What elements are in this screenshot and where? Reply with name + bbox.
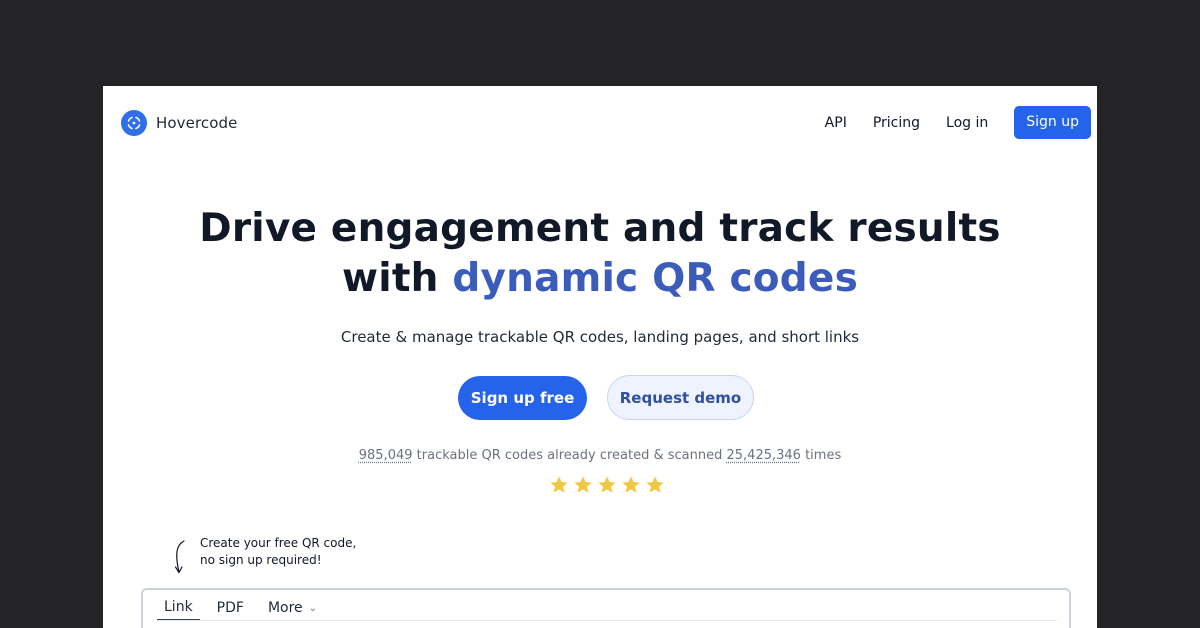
hero-headline-line1: Drive engagement and track results — [199, 206, 1001, 251]
hero-headline-accent: dynamic QR codes — [452, 256, 858, 301]
codes-text: trackable QR codes already created & sca… — [416, 448, 723, 463]
nav-link-pricing[interactable]: Pricing — [873, 115, 920, 131]
chevron-down-icon: ⌄ — [308, 602, 318, 614]
codes-count: 985,049 — [358, 448, 413, 463]
star-icon — [622, 476, 640, 493]
browser-viewport: Hovercode API Pricing Log in Sign up Dri… — [103, 86, 1097, 628]
star-icon — [646, 476, 664, 493]
hero-headline-prefix: with — [342, 256, 439, 301]
tab-pdf[interactable]: PDF — [217, 600, 244, 620]
scans-text: times — [805, 448, 842, 463]
scans-count: 25,425,346 — [726, 448, 801, 463]
request-demo-button[interactable]: Request demo — [607, 375, 754, 420]
usage-stats: 985,049 trackable QR codes already creat… — [103, 448, 1097, 463]
qr-generator-card: Link PDF More ⌄ — [141, 588, 1071, 628]
signup-button[interactable]: Sign up — [1014, 106, 1091, 139]
free-qr-hint: Create your free QR code, no sign up req… — [200, 536, 357, 567]
tab-link[interactable]: Link — [157, 599, 200, 621]
brand-logo[interactable]: Hovercode — [121, 110, 237, 136]
qr-type-tabs: Link PDF More ⌄ — [157, 599, 341, 621]
signup-free-button[interactable]: Sign up free — [458, 376, 587, 420]
star-icon — [574, 476, 592, 493]
nav-link-api[interactable]: API — [825, 115, 847, 131]
tab-more[interactable]: More ⌄ — [268, 600, 317, 620]
rating-stars — [549, 475, 669, 495]
star-icon — [598, 476, 616, 493]
curved-arrow-down-icon — [174, 540, 185, 574]
star-icon — [550, 476, 568, 493]
hovercode-logo-icon — [121, 110, 147, 136]
tabs-divider — [157, 620, 1057, 621]
hero-headline: Drive engagement and track results with … — [103, 204, 1097, 304]
top-nav: API Pricing Log in Sign up — [825, 106, 1091, 139]
hero-subtitle: Create & manage trackable QR codes, land… — [340, 328, 860, 346]
nav-link-login[interactable]: Log in — [946, 115, 988, 131]
tab-more-label: More — [267, 600, 303, 616]
brand-name: Hovercode — [156, 114, 238, 132]
